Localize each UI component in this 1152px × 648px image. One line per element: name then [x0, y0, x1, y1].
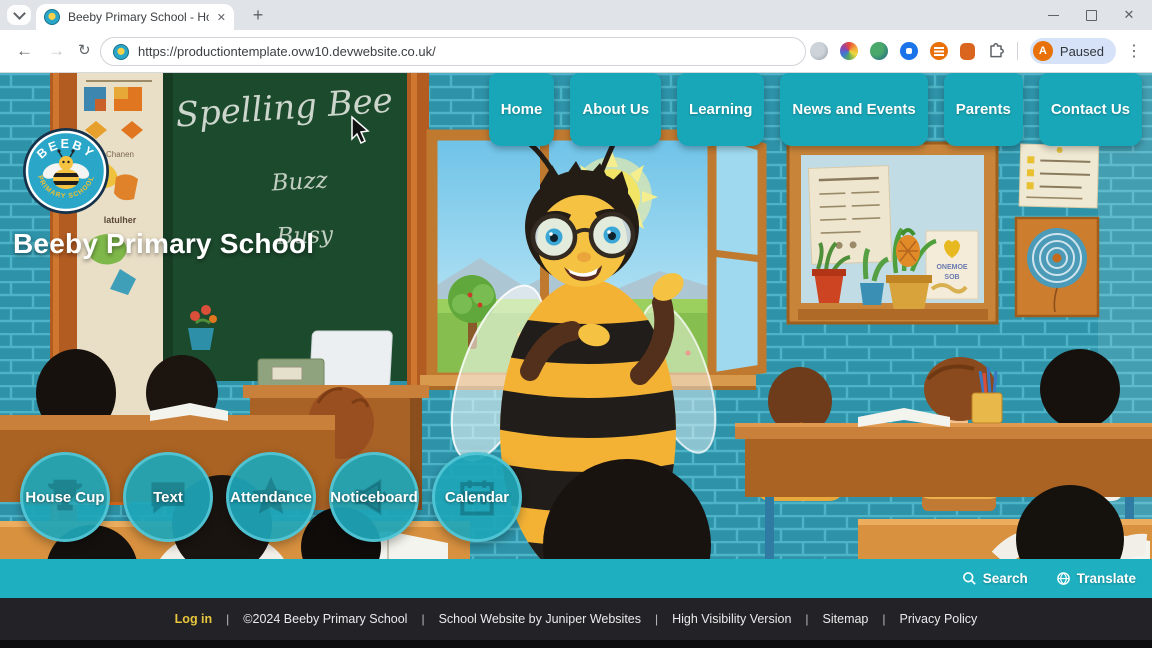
extensions-row: A Paused — [810, 30, 1116, 72]
minimize-icon[interactable] — [1034, 0, 1072, 30]
profile-avatar: A — [1033, 41, 1053, 61]
quick-links: House Cup Text Attendance Noticeboard — [20, 452, 522, 542]
globe-icon — [1056, 571, 1071, 586]
svg-text:latulher: latulher — [104, 215, 137, 225]
browser-toolbar: ← → ↻ https://productiontemplate.ovw10.d… — [0, 30, 1152, 73]
footer-separator: | — [421, 612, 424, 626]
globe-extension-icon[interactable] — [870, 42, 888, 60]
svg-text:SOB: SOB — [944, 274, 959, 281]
profile-paused-button[interactable]: A Paused — [1030, 38, 1116, 64]
footer-separator: | — [882, 612, 885, 626]
reload-icon[interactable]: ↻ — [78, 40, 91, 62]
site-footer: Log in | ©2024 Beeby Primary School | Sc… — [0, 598, 1152, 648]
quicklink-noticeboard[interactable]: Noticeboard — [329, 452, 419, 542]
nav-about-us[interactable]: About Us — [570, 73, 661, 146]
nav-home[interactable]: Home — [489, 73, 555, 146]
webpage: Chanen latulher Spelling Bee Buzz Busy — [0, 73, 1152, 648]
forward-icon[interactable]: → — [48, 40, 65, 62]
list-poster — [1019, 144, 1099, 208]
utility-bar: Search Translate — [0, 559, 1152, 598]
svg-text:Chanen: Chanen — [106, 150, 134, 159]
back-icon[interactable]: ← — [16, 40, 33, 62]
main-navigation: Home About Us Learning News and Events P… — [489, 73, 1142, 146]
url-site-icon — [113, 44, 129, 60]
footer-separator: | — [655, 612, 658, 626]
tab-strip: Beeby Primary School - Home ✕ + ✕ — [0, 0, 1152, 30]
privacy-policy-link[interactable]: Privacy Policy — [900, 612, 978, 626]
tab-search-button[interactable] — [7, 5, 31, 25]
close-icon[interactable]: ✕ — [1110, 0, 1148, 30]
translate-button[interactable]: Translate — [1056, 571, 1136, 586]
svg-text:ONEMOE: ONEMOE — [936, 264, 967, 271]
chevron-down-icon — [13, 7, 26, 20]
quicklink-house-cup[interactable]: House Cup — [20, 452, 110, 542]
footer-separator: | — [226, 612, 229, 626]
page-title: Beeby Primary School — [13, 228, 314, 260]
tab-title: Beeby Primary School - Home — [68, 10, 209, 24]
quicklink-attendance[interactable]: Attendance — [226, 452, 316, 542]
shield-icon[interactable] — [810, 42, 828, 60]
browser-window: Beeby Primary School - Home ✕ + ✕ ← → ↻ … — [0, 0, 1152, 648]
browser-menu-icon[interactable]: ⋮ — [1126, 41, 1142, 61]
quicklink-calendar[interactable]: Calendar — [432, 452, 522, 542]
nav-news-and-events[interactable]: News and Events — [780, 73, 927, 146]
footer-separator: | — [805, 612, 808, 626]
high-visibility-link[interactable]: High Visibility Version — [672, 612, 791, 626]
site-favicon-icon — [44, 9, 60, 25]
search-button[interactable]: Search — [962, 571, 1028, 586]
spiral-board — [1016, 218, 1098, 316]
login-link[interactable]: Log in — [175, 612, 213, 626]
color-wheel-icon[interactable] — [840, 42, 858, 60]
nav-parents[interactable]: Parents — [944, 73, 1023, 146]
paused-label: Paused — [1060, 44, 1104, 59]
puzzle-extensions-icon[interactable] — [987, 42, 1005, 60]
sitemap-link[interactable]: Sitemap — [823, 612, 869, 626]
hydrant-icon[interactable] — [960, 43, 975, 60]
search-icon — [962, 571, 977, 586]
orange-list-icon[interactable] — [930, 42, 948, 60]
browser-tab[interactable]: Beeby Primary School - Home ✕ — [36, 4, 234, 30]
window-controls: ✕ — [1034, 0, 1148, 30]
bulletin-board: ONEMOE SOB — [788, 143, 997, 323]
new-tab-button[interactable]: + — [246, 3, 270, 27]
website-credit-link[interactable]: School Website by Juniper Websites — [439, 612, 641, 626]
school-logo[interactable]: BEEBY PRIMARY SCHOOL — [22, 127, 110, 215]
blue-app-icon[interactable] — [900, 42, 918, 60]
url-text: https://productiontemplate.ovw10.devwebs… — [138, 44, 436, 59]
copyright-text: ©2024 Beeby Primary School — [243, 612, 407, 626]
url-bar[interactable]: https://productiontemplate.ovw10.devwebs… — [100, 37, 806, 66]
tab-close-icon[interactable]: ✕ — [217, 11, 226, 24]
svg-text:Buzz: Buzz — [270, 168, 329, 197]
quicklink-text[interactable]: Text — [123, 452, 213, 542]
nav-contact-us[interactable]: Contact Us — [1039, 73, 1142, 146]
toolbar-divider — [1017, 42, 1018, 60]
nav-learning[interactable]: Learning — [677, 73, 764, 146]
restore-icon[interactable] — [1072, 0, 1110, 30]
